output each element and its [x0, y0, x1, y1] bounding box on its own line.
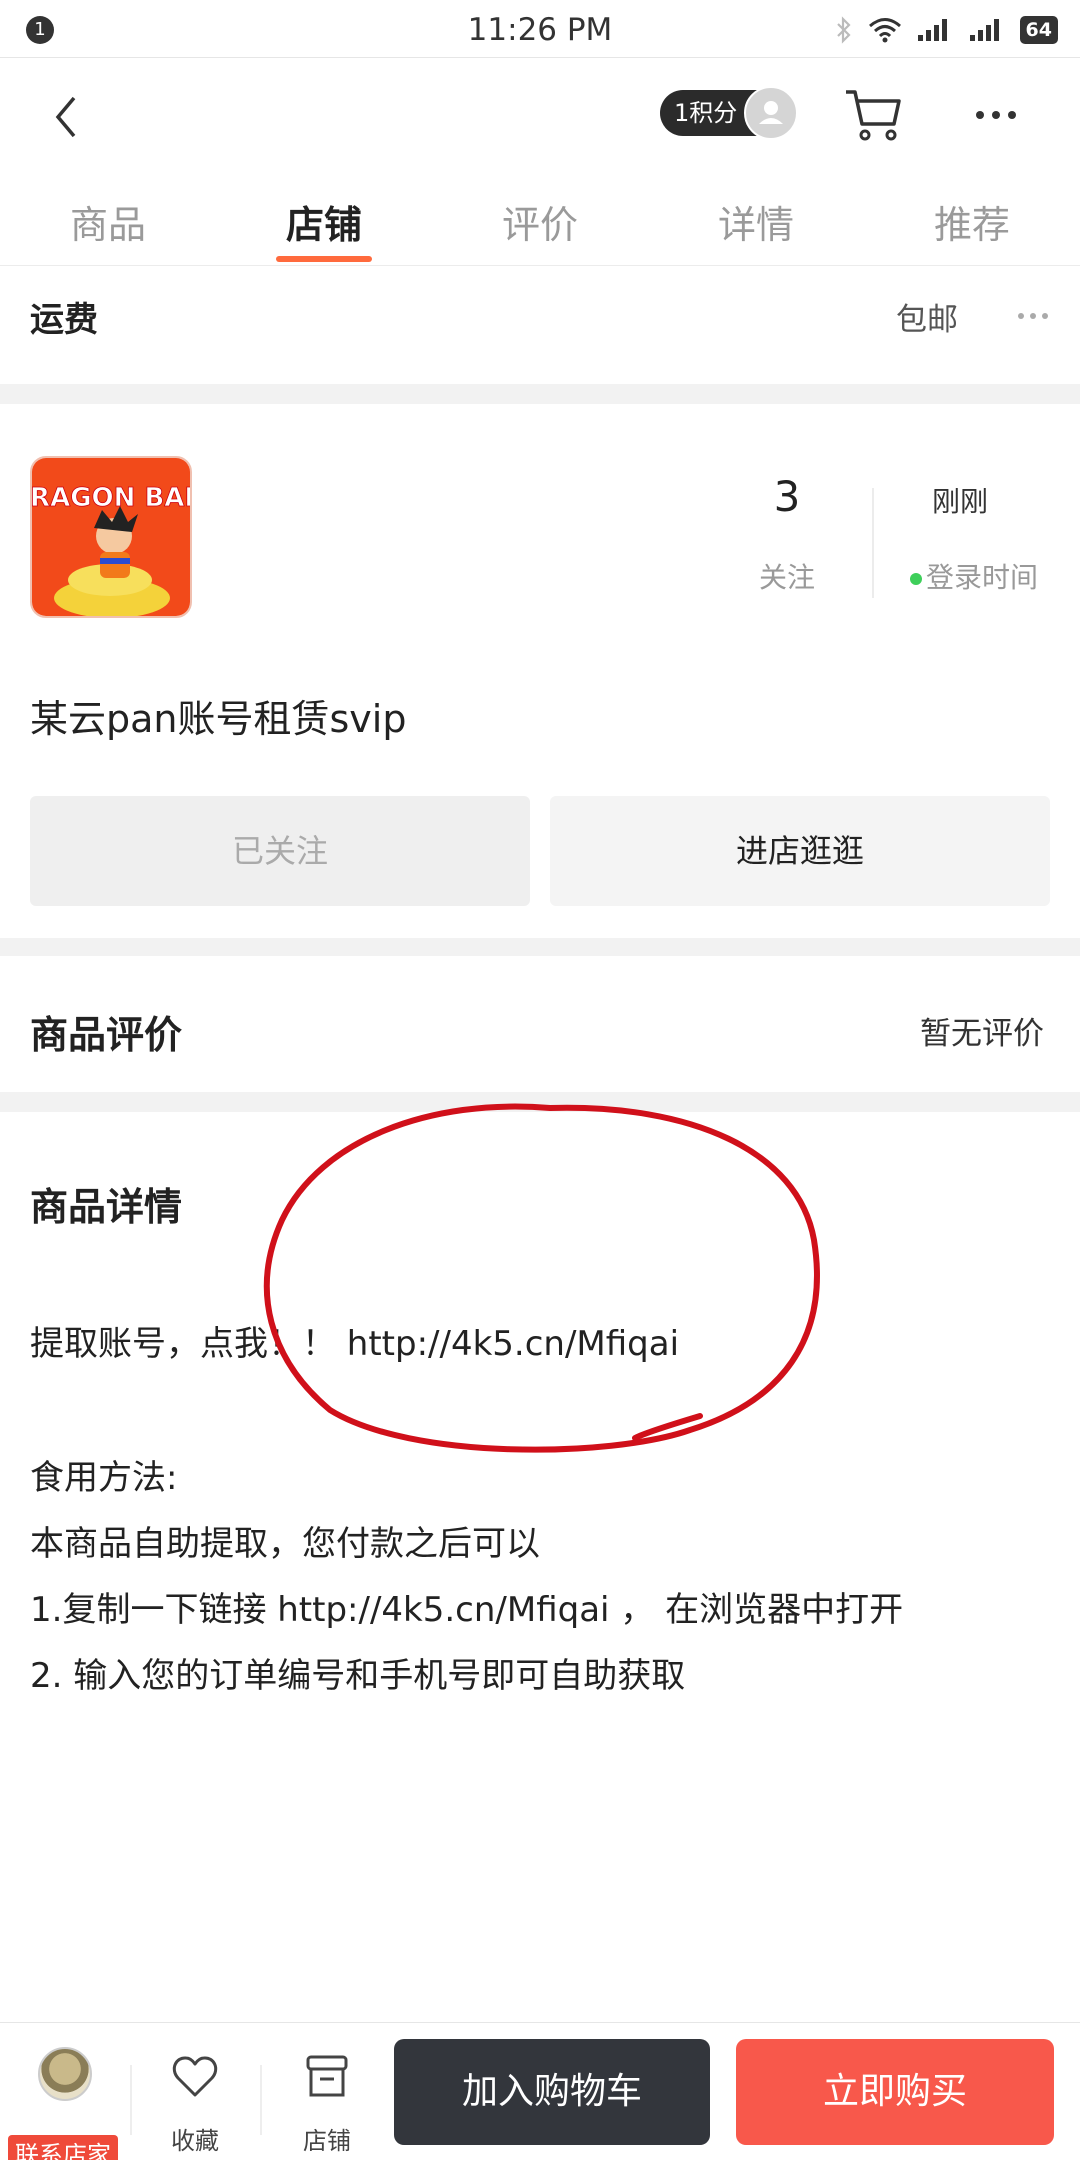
online-dot-icon	[910, 573, 922, 585]
wifi-icon	[868, 18, 901, 43]
section-divider	[0, 1092, 1080, 1112]
shop-logo-text: DRAGON BALL	[32, 483, 192, 513]
signal-2-icon	[969, 19, 999, 41]
seller-avatar	[38, 2047, 92, 2101]
reviews-title: 商品评价	[30, 1013, 183, 1057]
shipping-value: 包邮	[896, 302, 958, 338]
detail-line: 食用方法:	[30, 1458, 178, 1498]
divider	[130, 2065, 132, 2135]
status-icons: 64	[834, 14, 1058, 46]
section-divider	[0, 384, 1080, 404]
enter-shop-button[interactable]: 进店逛逛	[550, 796, 1050, 906]
last-login-value: 刚刚	[931, 485, 988, 518]
detail-line: 2. 输入您的订单编号和手机号即可自助获取	[30, 1656, 686, 1696]
detail-line: 1.复制一下链接 http://4k5.cn/Mfiqai ， 在浏览器中打开	[30, 1590, 904, 1630]
more-icon	[1018, 313, 1048, 319]
heart-icon	[172, 2056, 218, 2097]
nav-bar: 1积分	[0, 60, 1080, 172]
back-icon[interactable]	[46, 90, 86, 144]
buy-now-button[interactable]: 立即购买	[736, 2039, 1054, 2145]
red-circle-annotation	[263, 1103, 820, 1453]
tab-details[interactable]: 详情	[676, 194, 836, 249]
tab-bar: 商品 店铺 评价 详情 推荐	[0, 172, 1080, 266]
followed-button[interactable]: 已关注	[30, 796, 530, 906]
bluetooth-icon	[836, 16, 851, 44]
status-bar: 1 11:26 PM 64	[0, 0, 1080, 58]
user-avatar-icon	[744, 86, 798, 140]
divider	[260, 2065, 262, 2135]
add-to-cart-button[interactable]: 加入购物车	[394, 2039, 710, 2145]
contact-seller-label: 联系店家	[8, 2135, 118, 2160]
cart-icon[interactable]	[842, 86, 904, 144]
shop-icon	[306, 2055, 348, 2097]
shop-name: 某云pan账号租赁svip	[30, 697, 407, 741]
section-divider	[0, 938, 1080, 956]
shop-logo[interactable]: DRAGON BALL	[30, 456, 192, 618]
detail-line: 本商品自助提取，您付款之后可以	[30, 1524, 540, 1564]
tab-product[interactable]: 商品	[28, 194, 188, 249]
followers-count: 3	[773, 472, 801, 521]
shipping-label: 运费	[30, 300, 98, 340]
contact-seller-button[interactable]: 联系店家	[8, 2047, 118, 2160]
shop-button[interactable]: 店铺	[272, 2053, 382, 2155]
last-login-label: 登录时间	[926, 561, 1039, 594]
more-icon[interactable]	[972, 100, 1020, 130]
tab-reviews[interactable]: 评价	[460, 194, 620, 249]
shop-label: 店铺	[303, 2127, 351, 2155]
reviews-status: 暂无评价	[920, 1016, 1044, 1052]
tab-shop[interactable]: 店铺	[244, 194, 404, 249]
tab-recommend[interactable]: 推荐	[892, 194, 1052, 249]
battery-indicator: 64	[1019, 16, 1058, 44]
shipping-row[interactable]: 运费 包邮	[0, 268, 1080, 384]
last-login-label-row: 登录时间	[910, 556, 1038, 596]
favorite-label: 收藏	[171, 2127, 219, 2155]
signal-icon	[917, 19, 947, 41]
detail-link-line[interactable]: 提取账号，点我！！ http://4k5.cn/Mfiqai	[30, 1316, 679, 1365]
active-tab-indicator	[276, 256, 372, 262]
stat-divider	[872, 488, 874, 598]
favorite-button[interactable]: 收藏	[140, 2053, 250, 2155]
details-title: 商品详情	[30, 1185, 183, 1229]
bottom-action-bar: 联系店家 收藏 店铺 加入购物车 立即购买	[0, 2022, 1080, 2160]
followers-label: 关注	[758, 561, 815, 594]
